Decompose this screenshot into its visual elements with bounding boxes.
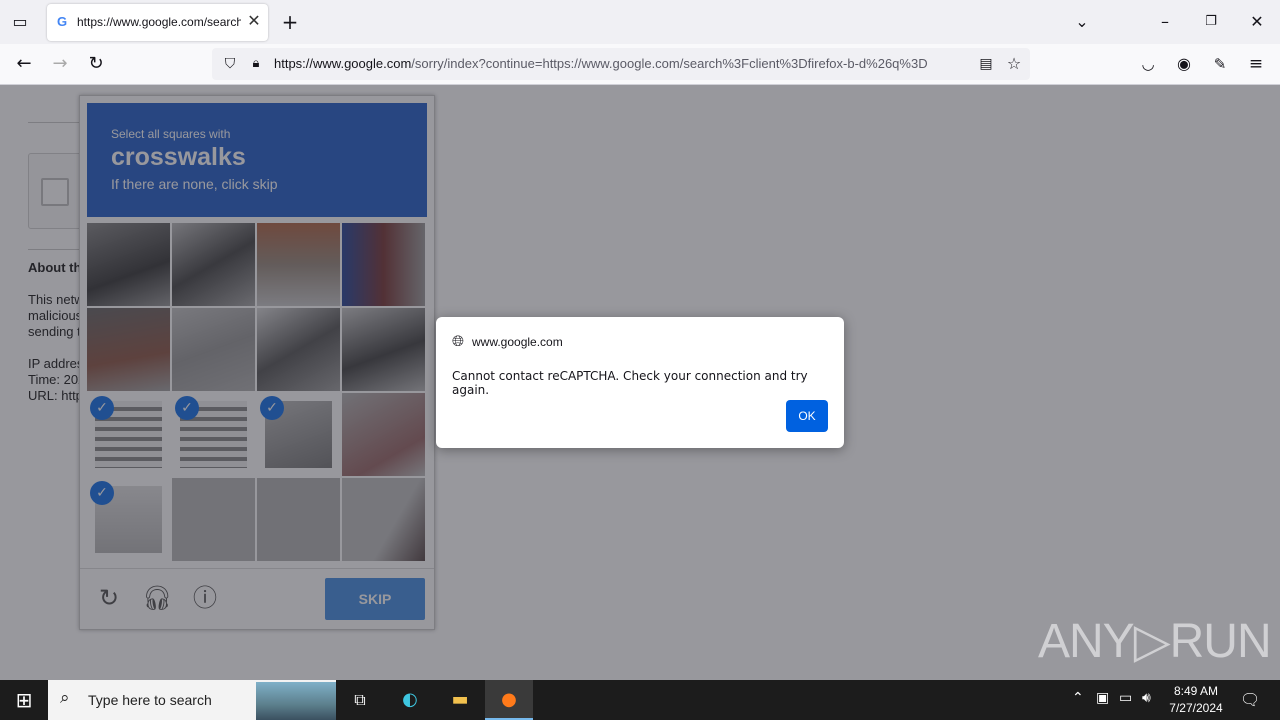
bookmark-star-icon[interactable]: ☆ bbox=[1000, 50, 1028, 78]
dialog-origin: www.google.com bbox=[472, 335, 563, 349]
clock-time: 8:49 AM bbox=[1173, 684, 1219, 698]
globe-icon: 🌐︎ bbox=[452, 332, 465, 350]
reload-icon[interactable]: ↻ bbox=[82, 50, 110, 78]
new-tab-icon[interactable]: + bbox=[276, 8, 304, 36]
shield-icon[interactable]: ⛉ bbox=[216, 50, 244, 78]
close-tab-icon[interactable]: ✕ bbox=[245, 12, 263, 30]
lock-icon[interactable]: 🔒︎ bbox=[242, 50, 270, 78]
url-domain: https://www.google.com bbox=[274, 56, 412, 71]
anyrun-watermark: ANY▷RUN bbox=[1038, 615, 1272, 668]
navigation-bar: ← → ↻ ⛉ 🔒︎ https://www.google.com/sorry/… bbox=[0, 44, 1280, 85]
taskbar: ⊞ ⌕ Type here to search ⧉ ◐ ▬ ● ⌃ ▣ ▭ 🔊︎… bbox=[0, 680, 1280, 720]
task-view-icon[interactable]: ⧉ bbox=[336, 680, 384, 720]
pocket-icon[interactable]: ◡ bbox=[1134, 50, 1162, 78]
page-content: About th This netw malicious sending t I… bbox=[0, 85, 1280, 680]
network-icon[interactable]: ▭ bbox=[1119, 690, 1132, 706]
search-icon: ⌕ bbox=[60, 688, 70, 708]
reader-view-icon[interactable]: ▤ bbox=[972, 50, 1000, 78]
chevron-down-icon[interactable]: ⌄ bbox=[1068, 8, 1096, 36]
dialog-message: Cannot contact reCAPTCHA. Check your con… bbox=[452, 369, 808, 397]
url-bar[interactable]: ⛉ 🔒︎ https://www.google.com/sorry/index?… bbox=[212, 48, 1030, 80]
account-icon[interactable]: ◉ bbox=[1170, 50, 1198, 78]
clock-date: 7/27/2024 bbox=[1169, 701, 1223, 715]
close-window-icon[interactable]: ✕ bbox=[1243, 8, 1271, 36]
tab-google-search[interactable]: G https://www.google.com/search ✕ bbox=[47, 4, 268, 41]
minimize-icon[interactable]: – bbox=[1151, 8, 1179, 36]
list-all-tabs-icon[interactable]: ▭ bbox=[6, 8, 34, 36]
url-text[interactable]: https://www.google.com/sorry/index?conti… bbox=[274, 56, 974, 71]
notifications-icon[interactable]: 🗨︎ bbox=[1240, 690, 1260, 709]
windows-start-icon[interactable]: ⊞ bbox=[0, 680, 48, 720]
tab-title: https://www.google.com/search bbox=[77, 15, 241, 29]
forward-arrow-icon[interactable]: → bbox=[46, 50, 74, 78]
taskbar-search[interactable]: ⌕ Type here to search bbox=[48, 680, 336, 720]
device-icon[interactable]: ▣ bbox=[1096, 690, 1109, 706]
google-favicon-icon: G bbox=[57, 14, 68, 29]
back-arrow-icon[interactable]: ← bbox=[10, 50, 38, 78]
extensions-icon[interactable]: ✎ bbox=[1206, 50, 1234, 78]
search-highlight-image bbox=[256, 682, 336, 720]
alert-dialog: 🌐︎ www.google.com Cannot contact reCAPTC… bbox=[436, 317, 844, 448]
firefox-icon[interactable]: ● bbox=[485, 680, 533, 720]
restore-icon[interactable]: ❐ bbox=[1197, 8, 1225, 36]
url-path: /sorry/index?continue=https://www.google… bbox=[411, 56, 928, 71]
edge-icon[interactable]: ◐ bbox=[386, 680, 434, 720]
file-explorer-icon[interactable]: ▬ bbox=[436, 680, 484, 720]
ok-button[interactable]: OK bbox=[786, 400, 828, 432]
show-hidden-icons-icon[interactable]: ⌃ bbox=[1072, 690, 1084, 706]
tab-strip: ▭ G https://www.google.com/search ✕ + ⌄ … bbox=[0, 0, 1280, 44]
search-placeholder: Type here to search bbox=[88, 692, 212, 708]
menu-icon[interactable]: ≡ bbox=[1242, 50, 1270, 78]
system-clock[interactable]: 8:49 AM 7/27/2024 bbox=[1158, 683, 1234, 717]
volume-icon[interactable]: 🔊︎ bbox=[1142, 690, 1151, 706]
